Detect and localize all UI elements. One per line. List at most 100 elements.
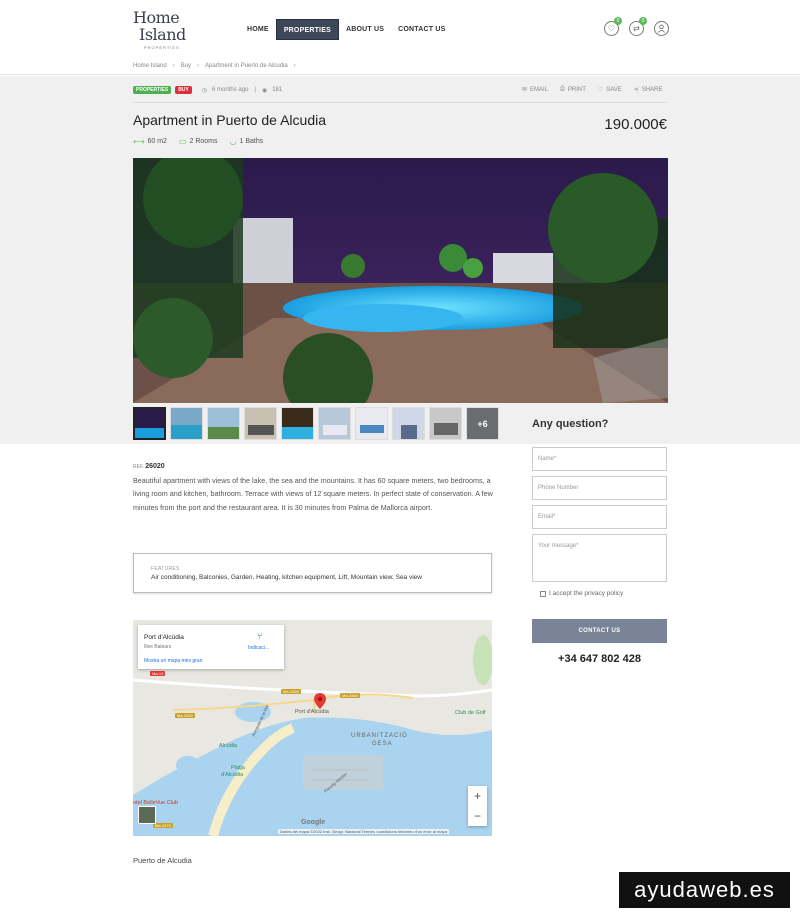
print-action[interactable]: ⎙ PRINT [560, 86, 586, 93]
pool-night-photo [133, 158, 668, 403]
email-field[interactable]: Email* [532, 505, 667, 529]
share-label: SHARE [641, 86, 663, 93]
chevron-right-icon: › [172, 63, 175, 69]
view-larger-map-link[interactable]: Mostra un mapa més gran [144, 658, 202, 664]
directions-link[interactable]: Indicaci... [248, 645, 269, 651]
listing-tags: PROPERTIES BUY ◷ 6 months ago | ◉ 181 [133, 86, 282, 94]
divider: | [254, 87, 256, 93]
header-actions: ♡ 0 ⇄ 0 [604, 17, 669, 36]
email-action[interactable]: ✉ EMAIL [522, 86, 549, 94]
save-action[interactable]: ♡ SAVE [597, 86, 622, 94]
user-account-icon[interactable] [654, 21, 669, 36]
breadcrumb-current[interactable]: Apartment in Puerto de Alcudia [205, 63, 288, 69]
user-icon [658, 24, 665, 33]
listing-price: 190.000€ [604, 116, 667, 133]
listing-actions: ✉ EMAIL ⎙ PRINT ♡ SAVE ⋖ SHARE [522, 86, 663, 93]
listing-key-features: ⟷ 60 m2 ▭ 2 Rooms ◡ 1 Baths [133, 137, 263, 146]
road-badge: Ma-13 [150, 671, 166, 676]
listing-description: Beautiful apartment with views of the la… [133, 476, 493, 512]
thumbnail[interactable] [318, 407, 351, 440]
map-label-gesa: GESA [372, 741, 393, 747]
thumbnail[interactable] [133, 407, 166, 440]
map-label-alcudia: Alcúdia [219, 743, 238, 749]
location-name: Puerto de Alcudia [133, 856, 192, 865]
name-field[interactable]: Name* [532, 447, 667, 471]
thumbnail[interactable] [170, 407, 203, 440]
status-tag[interactable]: BUY [175, 86, 192, 94]
nav-contact-us[interactable]: CONTACT US [391, 19, 452, 40]
listing-title: Apartment in Puerto de Alcudia [133, 112, 327, 128]
map-place-name: Port d'Alcúdia [144, 634, 184, 641]
area-feature: ⟷ 60 m2 [133, 137, 167, 146]
share-icon: ⋖ [633, 87, 639, 93]
share-action[interactable]: ⋖ SHARE [633, 86, 663, 94]
thumbnail[interactable] [207, 407, 240, 440]
site-logo[interactable]: Home Island PROPERTIES [133, 8, 195, 52]
save-label: SAVE [606, 86, 622, 93]
road-badge: Ma-3460 [175, 713, 195, 718]
map-attribution: Dades del mapa ©2022 Inst. Geogr. Nacion… [278, 829, 450, 834]
envelope-icon: ✉ [522, 87, 528, 93]
map-place-card: Port d'Alcúdia Illes Balears Mostra un m… [138, 625, 284, 669]
privacy-label[interactable]: I accept the privacy policy [549, 590, 623, 597]
ref-label: REF. [133, 464, 144, 470]
rooms-feature: ▭ 2 Rooms [179, 137, 218, 146]
location-map[interactable]: Port d'Alcúdia URBANITZACIÓ GESA Alcúdia… [133, 620, 492, 836]
compare-icon[interactable]: ⇄ 0 [629, 17, 647, 36]
heart-icon: ♡ [597, 87, 604, 93]
phone-field[interactable]: Phone Number [532, 476, 667, 500]
thumbnail[interactable] [281, 407, 314, 440]
view-count: 181 [272, 87, 283, 93]
thumbnail[interactable] [355, 407, 388, 440]
breadcrumb-buy[interactable]: Buy [181, 63, 191, 69]
bath-icon: ◡ [229, 137, 237, 146]
message-field[interactable]: Your message* [532, 534, 667, 582]
street-view-thumbnail[interactable] [138, 806, 156, 824]
thumbnail[interactable] [244, 407, 277, 440]
road-badge: Ma-3460 [340, 693, 360, 698]
baths-feature: ◡ 1 Baths [230, 137, 264, 146]
logo-subtitle: PROPERTIES [144, 45, 180, 50]
map-pin-icon[interactable] [314, 693, 326, 709]
map-label-urbanitzacio: URBANITZACIÓ [351, 733, 408, 739]
map-zoom-controls: + − [468, 786, 487, 826]
nav-about-us[interactable]: ABOUT US [339, 19, 391, 40]
watermark: ayudaweb.es [619, 872, 790, 908]
ref-value: 26020 [145, 463, 165, 470]
features-label: FEATURES [151, 566, 180, 572]
features-list: Air conditioning, Balconies, Garden, Hea… [151, 574, 422, 581]
chevron-right-icon: › [197, 63, 200, 69]
nav-home[interactable]: HOME [240, 19, 276, 40]
email-label: EMAIL [530, 86, 549, 93]
contact-phone[interactable]: +34 647 802 428 [532, 653, 667, 665]
contact-us-button[interactable]: CONTACT US [532, 619, 667, 643]
breadcrumb: Home Island › Buy › Apartment in Puerto … [133, 63, 296, 69]
zoom-in-button[interactable]: + [468, 786, 487, 806]
eye-icon: ◉ [261, 87, 268, 94]
reference: REF. 26020 [133, 463, 165, 470]
clock-icon: ◷ [201, 87, 208, 94]
main-property-photo[interactable] [133, 158, 668, 403]
features-box: FEATURES Air conditioning, Balconies, Ga… [133, 553, 492, 593]
photo-thumbnails: +6 [133, 407, 499, 440]
thumbnail[interactable] [429, 407, 462, 440]
printer-icon: ⎙ [560, 86, 565, 92]
thumbnail[interactable] [392, 407, 425, 440]
map-label-club-golf: Club de Golf [455, 710, 486, 716]
posted-time: 6 months ago [212, 87, 249, 93]
zoom-out-button[interactable]: − [468, 806, 487, 826]
map-label-port: Port d'Alcúdia [295, 709, 329, 715]
compare-count-badge: 0 [639, 17, 647, 25]
privacy-checkbox[interactable] [540, 590, 546, 597]
google-logo: Google [301, 819, 326, 826]
category-tag[interactable]: PROPERTIES [133, 86, 172, 94]
breadcrumb-home[interactable]: Home Island [133, 63, 167, 69]
nav-properties[interactable]: PROPERTIES [275, 19, 339, 40]
directions-icon[interactable]: ⑂ [257, 631, 262, 641]
thumbnail-more[interactable]: +6 [466, 407, 499, 440]
map-label-platja-2: d'Alcúdia [221, 772, 244, 778]
bed-icon: ▭ [178, 137, 187, 146]
favorites-heart-icon[interactable]: ♡ 0 [604, 17, 622, 36]
privacy-consent: I accept the privacy policy [540, 590, 623, 597]
contact-form-heading: Any question? [532, 418, 609, 430]
